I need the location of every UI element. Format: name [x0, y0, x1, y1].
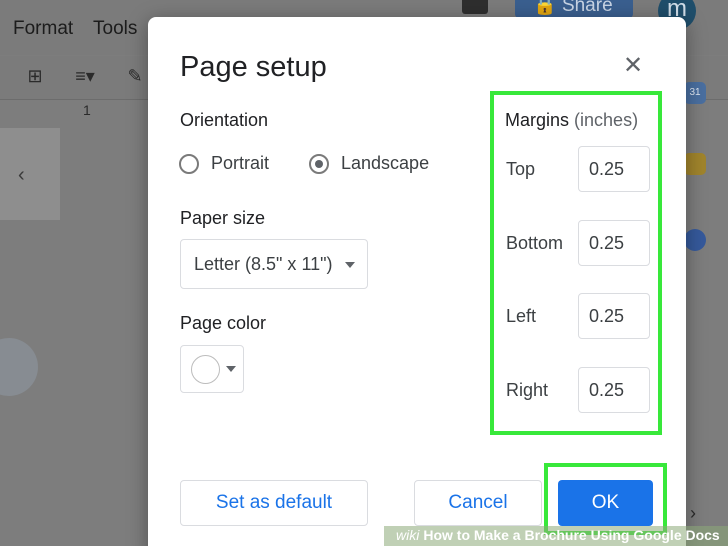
- landscape-option[interactable]: Landscape: [309, 153, 429, 174]
- portrait-option[interactable]: Portrait: [179, 153, 269, 174]
- margin-top-input[interactable]: [578, 146, 650, 192]
- landscape-label: Landscape: [341, 153, 430, 173]
- ruler: 1: [65, 102, 145, 126]
- margin-top-label: Top: [506, 159, 536, 179]
- chevron-down-icon: [345, 262, 355, 268]
- page-color-label: Page color: [180, 313, 267, 333]
- share-button[interactable]: 🔒 Share: [515, 0, 633, 18]
- page-color-picker[interactable]: [180, 345, 244, 393]
- align-icon[interactable]: ≡▾: [66, 66, 104, 86]
- margin-right-label: Right: [506, 380, 549, 400]
- color-swatch: [191, 355, 220, 384]
- fab-circle: [0, 338, 38, 396]
- margin-bottom-label: Bottom: [506, 233, 564, 253]
- comment-icon[interactable]: [462, 0, 488, 14]
- watermark-prefix: wiki: [396, 527, 420, 543]
- landscape-radio[interactable]: [309, 153, 329, 174]
- share-label: Share: [561, 0, 613, 16]
- portrait-label: Portrait: [211, 153, 270, 173]
- keep-icon[interactable]: [684, 153, 706, 175]
- margin-right-input[interactable]: [578, 367, 650, 413]
- ok-button[interactable]: OK: [558, 480, 653, 526]
- margins-heading: Margins (inches): [505, 110, 638, 131]
- watermark-text: How to Make a Brochure Using Google Docs: [423, 527, 720, 543]
- menu-tools[interactable]: Tools: [93, 18, 137, 40]
- margin-left-input[interactable]: [578, 293, 650, 339]
- chevron-down-icon: [226, 366, 236, 372]
- margins-label: Margins: [505, 110, 570, 130]
- tasks-icon[interactable]: [684, 229, 706, 251]
- margin-bottom-input[interactable]: [578, 220, 650, 266]
- ruler-mark: 1: [83, 102, 91, 118]
- watermark: wiki How to Make a Brochure Using Google …: [396, 527, 720, 543]
- paper-size-value: Letter (8.5" x 11"): [194, 253, 333, 274]
- calendar-badge: 31: [689, 87, 701, 98]
- add-comment-icon[interactable]: ⊞: [25, 66, 45, 86]
- paper-size-select[interactable]: Letter (8.5" x 11"): [180, 239, 368, 289]
- orientation-label: Orientation: [180, 110, 269, 130]
- page-setup-dialog: Page setup ✕ Orientation Portrait Landsc…: [148, 17, 686, 546]
- chevron-left-icon[interactable]: ‹: [18, 164, 25, 187]
- paper-size-label: Paper size: [180, 208, 266, 228]
- margin-left-label: Left: [506, 306, 537, 326]
- close-icon[interactable]: ✕: [620, 53, 646, 79]
- chevron-right-icon[interactable]: ›: [690, 503, 696, 524]
- pencil-icon[interactable]: ✎: [125, 66, 145, 86]
- margins-unit: (inches): [574, 110, 639, 130]
- cancel-button[interactable]: Cancel: [414, 480, 542, 526]
- outline-panel: [0, 128, 60, 220]
- menu-format[interactable]: Format: [13, 18, 73, 40]
- dialog-title: Page setup: [180, 51, 327, 83]
- set-as-default-button[interactable]: Set as default: [180, 480, 368, 526]
- portrait-radio[interactable]: [179, 153, 199, 174]
- calendar-icon[interactable]: 31: [684, 82, 706, 104]
